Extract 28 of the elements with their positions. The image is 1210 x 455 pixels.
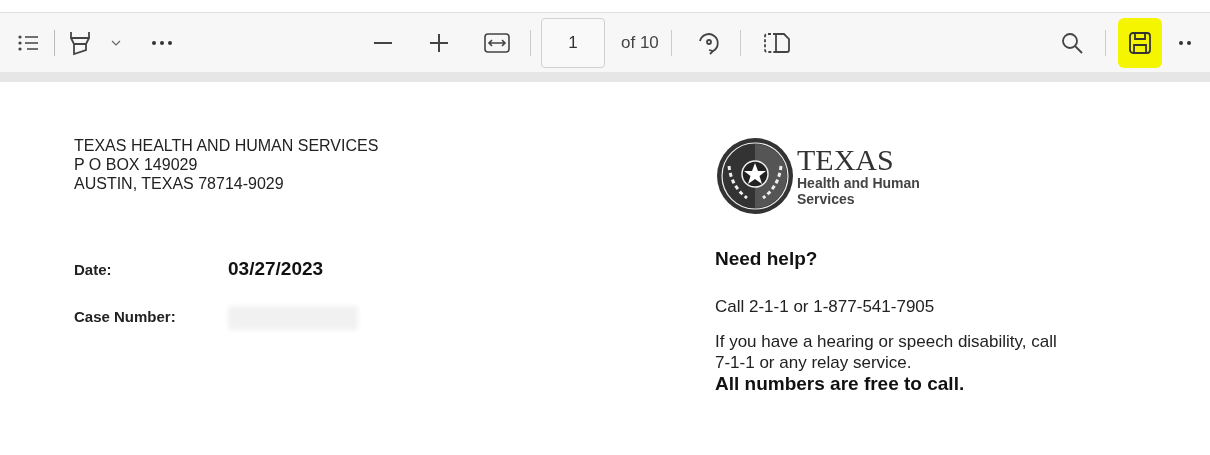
zoom-out-icon[interactable] [374,41,392,44]
sender-address-line: AUSTIN, TEXAS 78714-9029 [74,174,285,193]
chevron-down-icon[interactable] [111,39,121,46]
field-value: 03/27/2023 [228,257,324,281]
seal-logo-icon [715,136,795,216]
page-count: of 10 [621,31,659,54]
page-number-field[interactable]: 1 [541,17,605,68]
more-icon[interactable] [1178,39,1192,46]
help-heading: Need help? [715,247,819,271]
help-free-text: All numbers are free to call. [715,373,966,395]
logo-subtitle: Health and Human [797,175,920,191]
sender-address-line: TEXAS HEALTH AND HUMAN SERVICES [74,136,380,155]
zoom-in-icon[interactable] [430,33,448,52]
logo-title: TEXAS [797,145,895,175]
sender-address-line: P O BOX 149029 [74,155,199,174]
field-label: Case Number: [74,306,177,327]
help-disability-text: If you have a hearing or speech disability, call 7-1-1 or any relay service. [715,331,1058,373]
more-icon[interactable] [151,39,173,46]
fit-width-icon[interactable] [484,32,510,53]
logo-subtitle: Services [797,191,856,207]
field-label: Date: [74,260,113,280]
contents-icon[interactable] [18,34,40,51]
save-button[interactable] [1118,17,1162,68]
help-phone-text: Call 2-1-1 or 1-877-541-7905 [715,295,936,318]
save-icon [1128,30,1152,55]
two-page-icon[interactable] [762,31,791,54]
highlighter-icon[interactable] [69,29,91,56]
search-icon[interactable] [1061,31,1083,54]
